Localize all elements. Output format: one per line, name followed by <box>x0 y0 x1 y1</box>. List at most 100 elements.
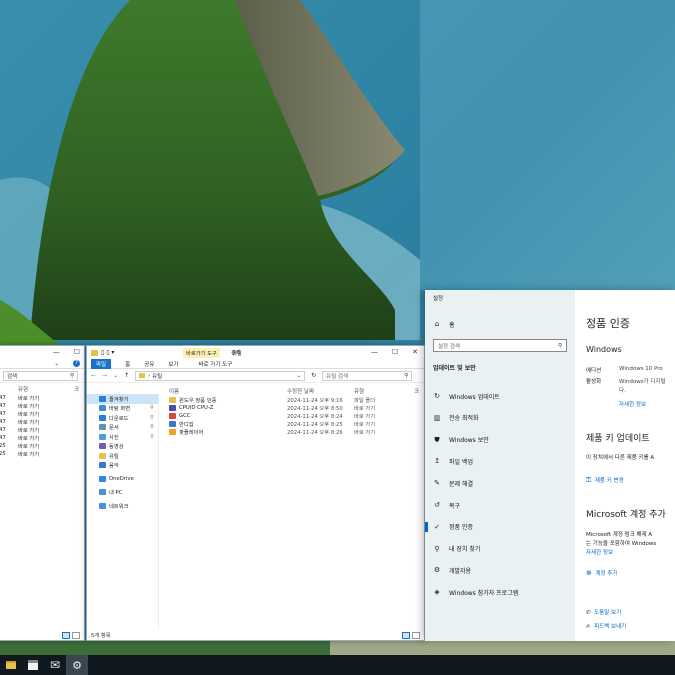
tab-shortcut-tools[interactable]: 바로 가기 도구 <box>198 360 232 368</box>
file-row[interactable]: 반디집 2024-11-24 오후 8:25 바로 가기 <box>165 420 424 428</box>
up-icon[interactable]: ↑ <box>124 372 129 379</box>
item-count: 5개 항목 <box>91 633 111 639</box>
expand-ribbon-icon[interactable]: ⌄ <box>54 361 59 367</box>
nav-item[interactable]: 내 PC <box>87 488 158 498</box>
file-row[interactable]: CPUID CPU-Z 2024-11-24 오후 8:50 바로 가기 <box>165 404 424 412</box>
refresh-icon[interactable]: ↻ <box>311 372 316 379</box>
search-input[interactable]: 검색 ⚲ <box>3 370 78 381</box>
nav-item[interactable]: 문서 ⚲ <box>87 423 158 433</box>
add-account-link[interactable]: ⊕ 계정 추가 <box>586 569 617 577</box>
minimize-icon[interactable]: — <box>53 348 60 356</box>
nav-item-label: 네트워크 <box>109 503 129 510</box>
column-modified[interactable]: 수정한 날짜 <box>287 387 354 395</box>
settings-nav-item[interactable]: ↺ 복구 <box>425 497 575 513</box>
details-view-icon[interactable] <box>62 631 70 639</box>
nav-item[interactable]: 동영상 <box>87 442 158 452</box>
nav-item[interactable]: 즐겨찾기 <box>87 394 158 404</box>
nav-item[interactable]: OneDrive <box>87 474 158 484</box>
file-icon <box>169 421 176 427</box>
maximize-icon[interactable]: ☐ <box>74 348 80 356</box>
settings-item-label: 복구 <box>449 502 461 510</box>
more-info-link[interactable]: 자세한 정보 <box>619 400 646 408</box>
settings-item-label: 내 장치 찾기 <box>449 546 481 554</box>
nav-item-label: 유틸 <box>109 453 119 460</box>
nav-item[interactable]: 네트워크 <box>87 501 158 511</box>
close-icon[interactable]: ✕ <box>412 348 418 356</box>
settings-nav-item[interactable]: ✎ 문제 해결 <box>425 475 575 491</box>
settings-sidebar: 설정 ⌂ 홈 설정 검색 ⚲ 업데이트 및 보안 ↻ Windows 업데이트 ▥ 전… <box>425 290 575 641</box>
file-row[interactable]: 25 바로 가기 <box>0 442 84 450</box>
file-row[interactable]: 47 바로 가기 <box>0 434 84 442</box>
pin-icon: ⚲ <box>150 414 154 421</box>
file-type: 바로 가기 <box>18 452 40 458</box>
file-name: CPUID CPU-Z <box>179 405 214 411</box>
file-row[interactable]: 팟플레이어 2024-11-24 오후 8:26 바로 가기 <box>165 428 424 436</box>
file-row[interactable]: 47 바로 가기 <box>0 394 84 402</box>
settings-nav-item[interactable]: ⚲ 내 장치 찾기 <box>425 541 575 557</box>
file-row[interactable]: GCC 2024-11-24 오후 8:24 바로 가기 <box>165 412 424 420</box>
tab-share[interactable]: 공유 <box>144 360 154 368</box>
settings-nav-item[interactable]: ⛊ Windows 보안 <box>425 432 575 448</box>
minimize-icon[interactable]: — <box>371 348 378 356</box>
address-dropdown-icon[interactable]: ⌄ <box>297 373 302 379</box>
tab-view[interactable]: 보기 <box>168 360 178 368</box>
settings-nav-item[interactable]: ◈ Windows 참가자 프로그램 <box>425 584 575 600</box>
column-name[interactable]: 이름 <box>165 387 287 395</box>
help-link[interactable]: ✆ 도움말 보기 <box>586 608 621 616</box>
help-icon[interactable]: ? <box>73 360 80 367</box>
search-input[interactable]: 유틸 검색 ⚲ <box>322 370 413 381</box>
file-row[interactable]: 47 바로 가기 <box>0 402 84 410</box>
taskbar-settings[interactable]: ⚙ <box>66 655 88 675</box>
tab-home[interactable]: 홈 <box>125 360 130 368</box>
tiles-view-icon[interactable] <box>72 631 80 639</box>
ms-more-info-link[interactable]: 자세한 정보 <box>586 548 613 556</box>
recent-dropdown-icon[interactable]: ⌄ <box>113 372 118 379</box>
settings-nav-item[interactable]: ✓ 정품 인증 <box>425 519 575 535</box>
taskbar-store[interactable] <box>22 655 44 675</box>
file-type: 바로 가기 <box>18 420 40 426</box>
feedback-link[interactable]: ✍ 피드백 보내기 <box>586 622 626 630</box>
nav-item[interactable]: 유틸 <box>87 451 158 461</box>
settings-content: 정품 인증 Windows 에디션 Windows 10 Pro 활성화 Win… <box>575 290 675 641</box>
nav-item[interactable]: 음악 <box>87 461 158 471</box>
nav-item[interactable]: 사진 ⚲ <box>87 432 158 442</box>
activation-value: Windows가 디지털 <box>619 379 666 385</box>
nav-item[interactable]: 바탕 화면 ⚲ <box>87 404 158 414</box>
column-size[interactable]: 크 <box>414 387 419 395</box>
maximize-icon[interactable]: ☐ <box>392 348 398 356</box>
file-row[interactable]: 25 바로 가기 <box>0 450 84 458</box>
file-type: 바로 가기 <box>354 430 376 436</box>
file-row[interactable]: 47 바로 가기 <box>0 426 84 434</box>
file-row[interactable]: 47 바로 가기 <box>0 410 84 418</box>
taskbar-explorer[interactable] <box>0 655 22 675</box>
file-icon <box>169 397 176 403</box>
file-row[interactable]: 윈도우 정품 인증 2024-11-24 오후 9:16 파일 폴더 <box>165 396 424 404</box>
file-name: GCC <box>179 413 191 419</box>
taskbar-mail[interactable]: ✉ <box>44 655 66 675</box>
settings-search-input[interactable]: 설정 검색 ⚲ <box>433 339 567 352</box>
tab-file[interactable]: 파일 <box>91 358 112 369</box>
file-date: 2024-11-24 오후 8:24 <box>287 414 343 420</box>
sidebar-item-home[interactable]: ⌂ 홈 <box>425 316 455 332</box>
forward-icon[interactable]: → <box>102 372 107 379</box>
address-bar[interactable]: › 유틸 ⌄ <box>135 370 306 381</box>
quick-access-toolbar[interactable]: ▯ ▯ ▾ <box>101 349 114 356</box>
tiles-view-icon[interactable] <box>412 631 420 639</box>
details-view-icon[interactable] <box>402 631 410 639</box>
column-type[interactable]: 유형 <box>18 385 74 393</box>
change-key-link[interactable]: ⚿ 제품 키 변경 <box>586 476 624 485</box>
nav-item[interactable]: 다운로드 ⚲ <box>87 413 158 423</box>
column-size[interactable]: 크 <box>74 385 79 393</box>
settings-nav-item[interactable]: ↥ 파일 백업 <box>425 453 575 469</box>
file-date: 2024-11-24 오후 9:16 <box>287 398 343 404</box>
file-row[interactable]: 47 바로 가기 <box>0 418 84 426</box>
column-type[interactable]: 유형 <box>354 387 414 395</box>
explorer-window-util: ▯ ▯ ▾ 바로가기 도구 유틸 — ☐ ✕ 파일 홈 공유 보기 바로 가기 도구… <box>86 345 425 641</box>
folder-icon <box>139 373 146 378</box>
tab-manage[interactable]: 관리 <box>231 348 241 356</box>
back-icon[interactable]: ← <box>91 372 96 379</box>
settings-nav-item[interactable]: ▥ 전송 최적화 <box>425 410 575 426</box>
settings-nav-item[interactable]: ⚙ 개발자용 <box>425 562 575 578</box>
settings-nav-item[interactable]: ↻ Windows 업데이트 <box>425 388 575 404</box>
settings-item-icon: ↥ <box>434 457 440 466</box>
